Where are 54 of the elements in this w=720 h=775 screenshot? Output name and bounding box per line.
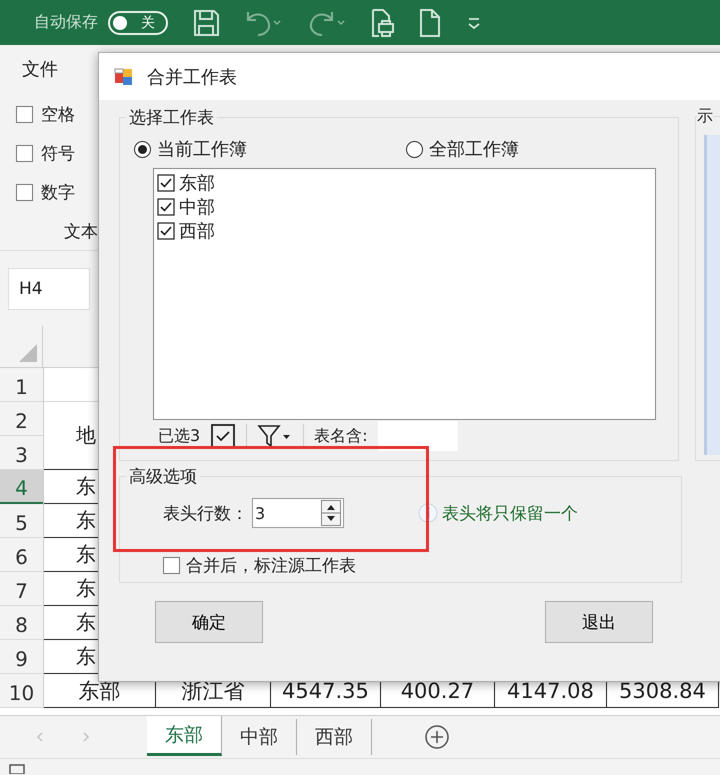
sheet-name[interactable]: 中部 bbox=[179, 195, 215, 219]
dialog-title: 合并工作表 bbox=[147, 66, 237, 88]
checkbox-label: 合并后，标注源工作表 bbox=[186, 555, 356, 577]
hint-text: 表头将只保留一个 bbox=[442, 502, 578, 524]
print-preview-icon[interactable] bbox=[370, 8, 396, 38]
option-label: 符号 bbox=[41, 143, 75, 165]
name-filter-field[interactable] bbox=[378, 421, 458, 451]
row-header[interactable]: 1 bbox=[0, 368, 43, 402]
selected-count: 已选3 bbox=[158, 426, 200, 446]
header-rows-spinner[interactable]: 3 bbox=[252, 498, 344, 528]
autosave-toggle[interactable]: 关 bbox=[108, 10, 168, 34]
checkbox[interactable] bbox=[16, 106, 33, 123]
row-header[interactable]: 5 bbox=[0, 504, 43, 538]
filter-label: 表名含: bbox=[314, 426, 368, 446]
status-icon bbox=[8, 762, 28, 774]
row-header[interactable]: 7 bbox=[0, 572, 43, 606]
radio-button[interactable] bbox=[134, 140, 151, 158]
dialog-button[interactable]: 退出 bbox=[545, 601, 653, 643]
header-rows-label: 表头行数： bbox=[163, 502, 248, 524]
row-header[interactable]: 6 bbox=[0, 538, 43, 572]
app-icon bbox=[113, 66, 135, 88]
sheet-name[interactable]: 西部 bbox=[179, 219, 215, 243]
add-sheet-icon[interactable] bbox=[424, 724, 450, 750]
sheet-name[interactable]: 东部 bbox=[179, 171, 215, 195]
check-all-icon[interactable] bbox=[210, 424, 236, 448]
file-tab[interactable]: 文件 bbox=[22, 57, 58, 81]
dialog-button[interactable]: 确定 bbox=[155, 601, 263, 643]
sheet-tab[interactable]: 中部 bbox=[222, 719, 297, 755]
row-header[interactable]: 8 bbox=[0, 606, 43, 640]
checkbox[interactable] bbox=[157, 222, 175, 240]
radio-label: 当前工作簿 bbox=[157, 138, 247, 161]
sheet-tab[interactable]: 东部 bbox=[147, 716, 222, 756]
autosave-label: 自动保存 bbox=[34, 12, 98, 33]
option-label: 数字 bbox=[41, 182, 75, 204]
option-label: 空格 bbox=[41, 104, 75, 126]
checkbox[interactable] bbox=[16, 184, 33, 201]
save-icon[interactable] bbox=[192, 8, 220, 38]
group-title: 示 bbox=[697, 106, 713, 127]
row-header[interactable]: 9 bbox=[0, 640, 43, 674]
row-header[interactable]: 4 bbox=[0, 470, 43, 504]
checkbox[interactable] bbox=[163, 557, 180, 574]
sheet-tab[interactable]: 西部 bbox=[297, 719, 372, 755]
checkbox[interactable] bbox=[157, 174, 175, 192]
document-icon[interactable] bbox=[418, 8, 442, 38]
info-icon bbox=[418, 503, 438, 523]
ribbon-group-label: 文本 bbox=[64, 221, 98, 243]
row-header[interactable]: 10 bbox=[0, 674, 43, 708]
name-box[interactable]: H4 bbox=[8, 268, 90, 310]
checkbox[interactable] bbox=[16, 145, 33, 162]
row-header[interactable]: 2 bbox=[0, 402, 43, 436]
radio-button[interactable] bbox=[406, 140, 423, 158]
group-title: 选择工作表 bbox=[128, 107, 215, 129]
radio-label: 全部工作簿 bbox=[429, 138, 519, 161]
checkbox[interactable] bbox=[157, 198, 175, 216]
